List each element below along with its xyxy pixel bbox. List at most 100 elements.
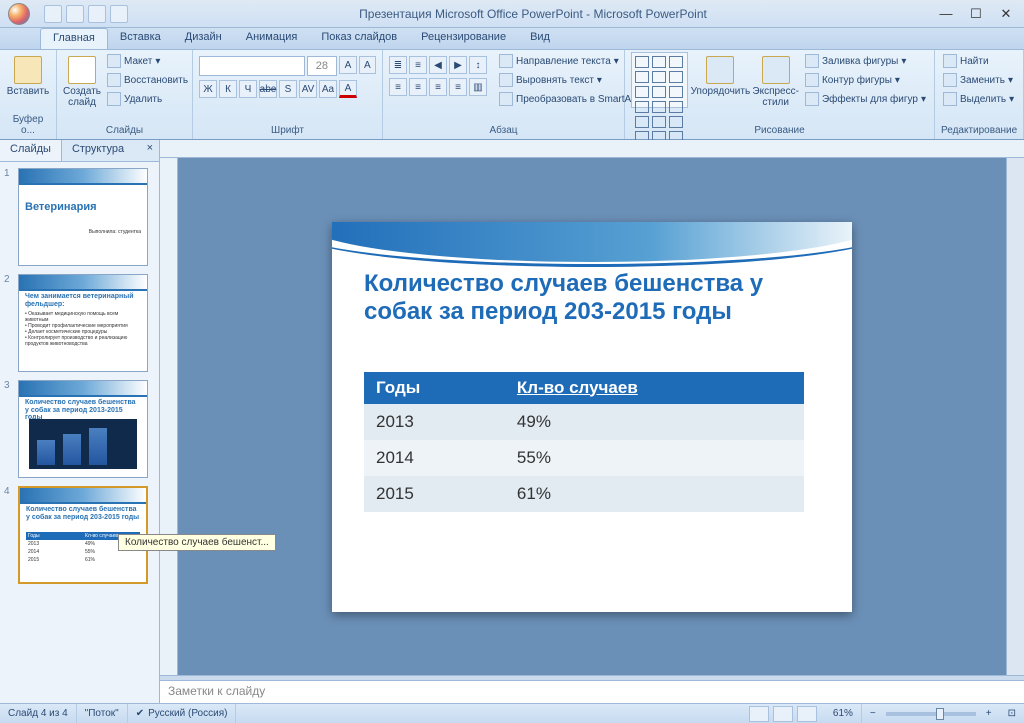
layout-button[interactable]: Макет ▾ <box>105 52 190 70</box>
slide-thumb-3[interactable]: Количество случаев бешенства у собак за … <box>18 380 148 478</box>
tab-slideshow[interactable]: Показ слайдов <box>309 28 409 49</box>
shape-icon[interactable] <box>669 56 683 68</box>
normal-view-icon[interactable] <box>749 706 769 722</box>
delete-icon <box>107 92 121 106</box>
minimize-button[interactable]: — <box>932 4 960 24</box>
line-spacing-icon[interactable]: ↕ <box>469 56 487 74</box>
smartart-icon <box>499 92 513 106</box>
shape-outline-button[interactable]: Контур фигуры ▾ <box>803 71 928 89</box>
save-icon[interactable] <box>44 5 62 23</box>
tab-structure-panel[interactable]: Структура <box>62 140 134 161</box>
shape-icon[interactable] <box>635 86 649 98</box>
tab-insert[interactable]: Вставка <box>108 28 173 49</box>
fit-to-window-icon[interactable]: ⊡ <box>1000 704 1024 723</box>
slideshow-view-icon[interactable] <box>797 706 817 722</box>
decrease-indent-icon[interactable]: ◀ <box>429 56 447 74</box>
reset-button[interactable]: Восстановить <box>105 71 190 89</box>
paste-button[interactable]: Вставить <box>6 52 50 113</box>
slide-table[interactable]: ГодыКл-во случаев 201349% 201455% 201561… <box>364 372 804 512</box>
shape-icon[interactable] <box>635 101 649 113</box>
bold-button[interactable]: Ж <box>199 80 217 98</box>
shapes-gallery[interactable] <box>631 52 688 108</box>
tab-home[interactable]: Главная <box>40 28 108 49</box>
paste-label: Вставить <box>7 86 49 97</box>
shape-icon[interactable] <box>669 86 683 98</box>
new-slide-button[interactable]: Создать слайд <box>63 52 101 124</box>
slide-decoration <box>332 222 852 264</box>
redo-icon[interactable] <box>88 5 106 23</box>
zoom-thumb[interactable] <box>936 708 944 720</box>
slide-thumb-2[interactable]: Чем занимается ветеринарный фельдшер: • … <box>18 274 148 372</box>
change-case-button[interactable]: Aa <box>319 80 337 98</box>
zoom-in-icon[interactable]: + <box>986 708 992 719</box>
shape-effects-button[interactable]: Эффекты для фигур ▾ <box>803 90 928 108</box>
align-text-icon <box>499 73 513 87</box>
status-bar: Слайд 4 из 4 "Поток" ✔Русский (Россия) 6… <box>0 703 1024 723</box>
close-button[interactable]: ✕ <box>992 4 1020 24</box>
align-right-icon[interactable]: ≡ <box>429 78 447 96</box>
group-slides-label: Слайды <box>63 124 186 137</box>
ribbon: Вставить Буфер о... Создать слайд Макет … <box>0 50 1024 140</box>
zoom-level[interactable]: 61% <box>825 704 862 723</box>
align-center-icon[interactable]: ≡ <box>409 78 427 96</box>
quick-access-toolbar <box>38 5 134 23</box>
qat-customize-icon[interactable] <box>110 5 128 23</box>
char-spacing-button[interactable]: AV <box>299 80 317 98</box>
title-bar: Презентация Microsoft Office PowerPoint … <box>0 0 1024 28</box>
shrink-font-icon[interactable]: A <box>359 56 376 74</box>
undo-icon[interactable] <box>66 5 84 23</box>
shape-icon[interactable] <box>652 71 666 83</box>
slide-title[interactable]: Количество случаев бешенства у собак за … <box>364 270 820 328</box>
find-button[interactable]: Найти <box>941 52 1016 70</box>
spellcheck-icon: ✔ <box>136 708 144 719</box>
shape-icon[interactable] <box>652 56 666 68</box>
status-language[interactable]: ✔Русский (Россия) <box>128 704 237 723</box>
maximize-button[interactable]: ☐ <box>962 4 990 24</box>
columns-icon[interactable]: ▥ <box>469 78 487 96</box>
notes-pane[interactable]: Заметки к слайду <box>160 681 1024 703</box>
tab-animation[interactable]: Анимация <box>234 28 310 49</box>
shape-icon[interactable] <box>669 101 683 113</box>
strike-button[interactable]: abe <box>259 80 277 98</box>
delete-slide-button[interactable]: Удалить <box>105 90 190 108</box>
shape-icon[interactable] <box>652 101 666 113</box>
grow-font-icon[interactable]: A <box>339 56 356 74</box>
thumb-tooltip: Количество случаев бешенст... <box>118 534 276 551</box>
shape-icon[interactable] <box>652 86 666 98</box>
italic-button[interactable]: К <box>219 80 237 98</box>
align-left-icon[interactable]: ≡ <box>389 78 407 96</box>
shape-icon[interactable] <box>635 56 649 68</box>
shape-icon[interactable] <box>669 71 683 83</box>
replace-button[interactable]: Заменить ▾ <box>941 71 1016 89</box>
quick-styles-button[interactable]: Экспресс-стили <box>752 52 799 124</box>
close-panel-icon[interactable]: × <box>141 140 159 161</box>
tab-slides-panel[interactable]: Слайды <box>0 140 62 161</box>
font-size-select[interactable]: 28 <box>307 56 338 76</box>
underline-button[interactable]: Ч <box>239 80 257 98</box>
shape-icon[interactable] <box>635 71 649 83</box>
tab-view[interactable]: Вид <box>518 28 562 49</box>
status-slide-position: Слайд 4 из 4 <box>0 704 77 723</box>
shape-fill-button[interactable]: Заливка фигуры ▾ <box>803 52 928 70</box>
tab-review[interactable]: Рецензирование <box>409 28 518 49</box>
numbering-icon[interactable]: ≡ <box>409 56 427 74</box>
font-color-button[interactable]: A <box>339 80 357 98</box>
group-font-label: Шрифт <box>199 124 376 137</box>
shadow-button[interactable]: S <box>279 80 297 98</box>
group-paragraph-label: Абзац <box>389 124 618 137</box>
slide-canvas[interactable]: Количество случаев бешенства у собак за … <box>332 222 852 612</box>
vertical-scrollbar[interactable] <box>1006 158 1024 675</box>
font-family-select[interactable] <box>199 56 305 76</box>
office-button[interactable] <box>0 0 38 28</box>
increase-indent-icon[interactable]: ▶ <box>449 56 467 74</box>
slide-thumb-1[interactable]: Ветеринария Выполнила: студентка <box>18 168 148 266</box>
table-header: Кл-во случаев <box>505 372 804 404</box>
select-button[interactable]: Выделить ▾ <box>941 90 1016 108</box>
zoom-slider[interactable] <box>886 712 976 716</box>
justify-icon[interactable]: ≡ <box>449 78 467 96</box>
zoom-out-icon[interactable]: − <box>870 708 876 719</box>
tab-design[interactable]: Дизайн <box>173 28 234 49</box>
arrange-button[interactable]: Упорядочить <box>692 52 748 124</box>
bullets-icon[interactable]: ≣ <box>389 56 407 74</box>
sorter-view-icon[interactable] <box>773 706 793 722</box>
